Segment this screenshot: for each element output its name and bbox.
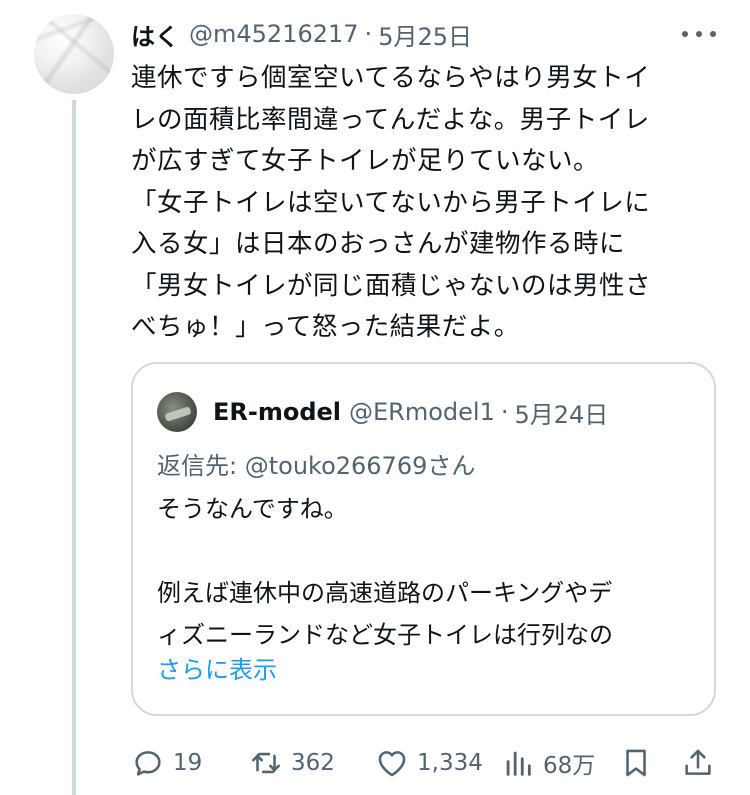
reply-suffix: さん [427,452,476,480]
share-icon [685,749,711,775]
quote-separator: · [500,398,509,426]
more-icon[interactable] [682,22,716,46]
quote-avatar [157,392,197,432]
tweet-text: 連休ですら個室空いてるならやはり男女トイ レの面積比率間違ってんだよな。男子トイ… [131,63,652,342]
author-name[interactable]: はく [131,17,179,52]
retweet-count: 362 [291,750,335,776]
avatar[interactable] [34,14,114,94]
quote-text: そうなんですね。 例えば連休中の高速道路のパーキングやデ ィズニーランドなど女子… [157,495,613,649]
show-more-link[interactable]: さらに表示 [157,650,277,685]
retweet-icon [251,752,281,774]
reply-icon [135,751,161,776]
retweet-button[interactable]: 362 [249,740,335,786]
author-handle[interactable]: @m45216217 [189,20,359,48]
quote-header: ER-model @ERmodel1 · 5月24日 [213,392,608,432]
reply-button[interactable]: 19 [131,740,202,786]
reply-prefix: 返信先: [157,452,245,480]
tweet-header: はく @m45216217 · 5月25日 [131,14,730,54]
quote-author-handle: @ERmodel1 [349,398,495,426]
share-button[interactable] [681,740,715,786]
like-button[interactable]: 1,334 [375,740,483,786]
bookmark-icon [626,749,646,777]
quote-date: 5月24日 [514,400,609,429]
views-button[interactable]: 68万 [501,740,595,786]
like-count: 1,334 [417,750,483,776]
quote-author-name: ER-model [213,398,342,426]
thread-line [72,100,76,795]
action-bar: 19 362 1,334 68万 [131,740,721,786]
views-icon [506,751,531,776]
heart-icon [378,751,406,777]
reply-to-line: 返信先: @touko266769さん [157,446,475,481]
reply-mention: @touko266769 [244,452,428,480]
separator: · [364,20,373,48]
tweet-date[interactable]: 5月25日 [378,17,472,52]
reply-count: 19 [173,750,203,776]
quoted-tweet[interactable]: ER-model @ERmodel1 · 5月24日 返信先: @touko26… [131,362,716,716]
bookmark-button[interactable] [619,740,653,786]
views-count: 68万 [543,753,596,779]
